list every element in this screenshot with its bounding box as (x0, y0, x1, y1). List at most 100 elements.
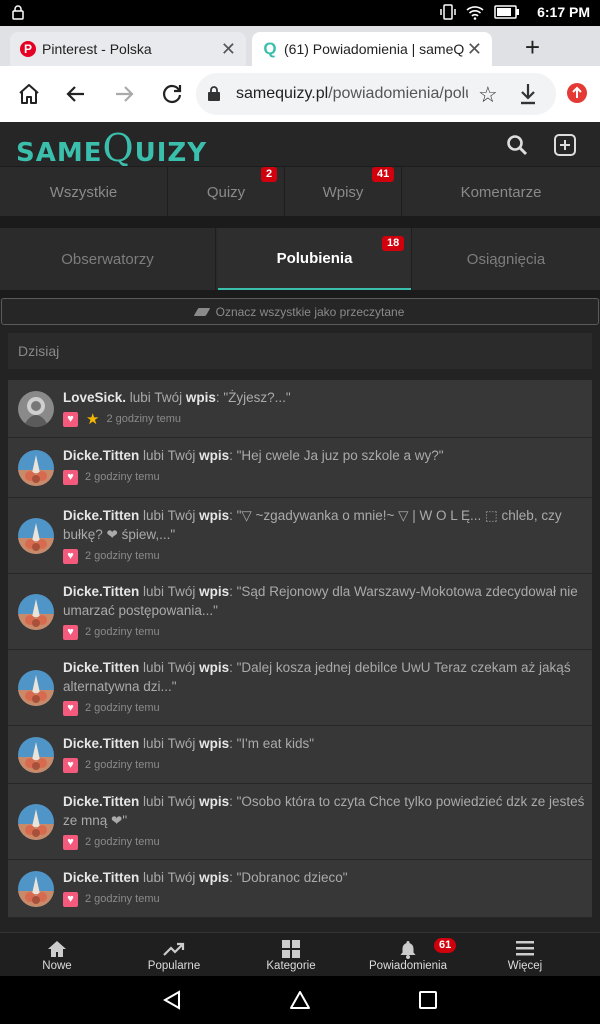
count-badge: 18 (382, 236, 405, 251)
avatar[interactable] (18, 594, 54, 630)
avatar[interactable] (18, 871, 54, 907)
logo-big-letter: Q (102, 126, 135, 170)
user-link[interactable]: Dicke.Titten (63, 660, 139, 675)
tab-polubienia[interactable]: Polubienia 18 (218, 228, 411, 290)
post-excerpt[interactable]: "Dobranoc dzieco" (237, 870, 348, 885)
avatar[interactable] (18, 737, 54, 773)
post-excerpt[interactable]: "Żyjesz?..." (223, 390, 290, 405)
timestamp: 2 godziny temu (106, 413, 182, 425)
tab-wszystkie[interactable]: Wszystkie (0, 167, 168, 217)
new-tab-button[interactable]: + (525, 34, 540, 60)
user-link[interactable]: Dicke.Titten (63, 794, 139, 809)
post-excerpt[interactable]: "Hej cwele Ja juz po szkole a wy?" (237, 448, 444, 463)
browser-tab-pinterest[interactable]: P Pinterest - Polska ✕ (10, 32, 246, 66)
user-link[interactable]: Dicke.Titten (63, 508, 139, 523)
notification-item[interactable]: Dicke.Titten lubi Twój wpis: "Osobo któr… (8, 784, 592, 860)
heart-icon: ♥ (63, 549, 78, 564)
post-excerpt[interactable]: "I'm eat kids" (237, 736, 314, 751)
update-icon[interactable] (567, 83, 587, 103)
avatar[interactable] (18, 670, 54, 706)
notification-item[interactable]: Dicke.Titten lubi Twój wpis: "Dobranoc d… (8, 860, 592, 918)
post-excerpt[interactable]: "Sąd Rejonowy dla Warszawy-Mokotowa zdec… (63, 584, 578, 618)
home-nav-icon[interactable] (289, 990, 311, 1010)
tab-title: Pinterest - Polska (42, 41, 152, 57)
site-header: SAMEQUIZY (0, 122, 600, 170)
forward-icon[interactable] (111, 81, 137, 107)
recents-nav-icon[interactable] (418, 990, 438, 1010)
add-icon[interactable] (553, 133, 577, 157)
nav-popularne[interactable]: Popularne (124, 933, 224, 977)
trending-icon (163, 942, 185, 956)
post-type[interactable]: wpis (199, 584, 229, 599)
download-icon[interactable] (518, 82, 538, 106)
action-text: lubi Twój (129, 390, 183, 405)
notification-text: Dicke.Titten lubi Twój wpis: "I'm eat ki… (63, 736, 315, 751)
user-link[interactable]: Dicke.Titten (63, 870, 139, 885)
post-type[interactable]: wpis (199, 508, 229, 523)
post-type[interactable]: wpis (199, 660, 229, 675)
notification-item[interactable]: Dicke.Titten lubi Twój wpis: "Hej cwele … (8, 438, 592, 498)
search-icon[interactable] (506, 134, 528, 156)
wifi-icon (466, 6, 484, 20)
notification-content: Dicke.Titten lubi Twój wpis: "I'm eat ki… (63, 734, 591, 775)
post-excerpt[interactable]: "Osobo która to czyta Chce tylko powiedz… (63, 794, 584, 828)
tab-osiagniecia[interactable]: Osiągnięcia (411, 228, 600, 290)
mark-all-read-button[interactable]: Oznacz wszystkie jako przeczytane (1, 298, 599, 325)
post-type[interactable]: wpis (199, 794, 229, 809)
notification-item[interactable]: LoveSick. lubi Twój wpis: "Żyjesz?..." ♥ ★… (8, 380, 592, 438)
action-text: lubi Twój (143, 870, 196, 885)
notification-content: Dicke.Titten lubi Twój wpis: "Osobo któr… (63, 792, 591, 852)
divider (0, 290, 600, 298)
avatar[interactable] (18, 450, 54, 486)
avatar[interactable] (18, 518, 54, 554)
reload-icon[interactable] (159, 81, 185, 107)
tab-wpisy[interactable]: Wpisy 41 (285, 167, 402, 217)
nav-kategorie[interactable]: Kategorie (241, 933, 341, 977)
post-type[interactable]: wpis (199, 736, 229, 751)
tab-quizy[interactable]: Quizy 2 (168, 167, 285, 217)
nav-label: Kategorie (266, 960, 316, 972)
notification-item[interactable]: Dicke.Titten lubi Twój wpis: "I'm eat ki… (8, 726, 592, 784)
tab-label: Osiągnięcia (466, 250, 546, 268)
back-icon[interactable] (63, 81, 89, 107)
nav-powiadomienia[interactable]: 61 Powiadomienia (358, 933, 458, 977)
timestamp: 2 godziny temu (85, 550, 160, 562)
action-text: lubi Twój (143, 794, 196, 809)
timestamp: 2 godziny temu (85, 702, 160, 714)
action-text: lubi Twój (143, 508, 196, 523)
tab-label: Quizy (206, 183, 246, 201)
divider (0, 216, 600, 228)
user-link[interactable]: Dicke.Titten (63, 448, 139, 463)
timestamp: 2 godziny temu (85, 759, 160, 771)
bookmark-star-icon[interactable]: ☆ (478, 82, 498, 108)
site-logo[interactable]: SAMEQUIZY (16, 126, 207, 170)
avatar[interactable] (18, 391, 54, 427)
post-excerpt[interactable]: "Dalej kosza jednej debilce UwU Teraz cz… (63, 660, 571, 694)
post-type[interactable]: wpis (186, 390, 216, 405)
browser-tab-samequizy[interactable]: Q (61) Powiadomienia | sameQuizy ✕ (252, 32, 492, 66)
notification-text: Dicke.Titten lubi Twój wpis: "▽ ~zgadywa… (63, 508, 562, 542)
avatar[interactable] (18, 804, 54, 840)
post-type[interactable]: wpis (199, 448, 229, 463)
logo-prefix: SAME (16, 138, 103, 168)
tab-komentarze[interactable]: Komentarze (402, 167, 600, 217)
nav-nowe[interactable]: Nowe (7, 933, 107, 977)
close-icon[interactable]: ✕ (467, 40, 482, 58)
nav-label: Więcej (507, 960, 543, 972)
tab-obserwatorzy[interactable]: Obserwatorzy (0, 228, 216, 290)
action-text: lubi Twój (143, 660, 196, 675)
notification-item[interactable]: Dicke.Titten lubi Twój wpis: "Dalej kosz… (8, 650, 592, 726)
notification-item[interactable]: Dicke.Titten lubi Twój wpis: "Sąd Rejono… (8, 574, 592, 650)
notification-item[interactable]: Dicke.Titten lubi Twój wpis: "▽ ~zgadywa… (8, 498, 592, 574)
close-icon[interactable]: ✕ (221, 40, 236, 58)
notification-content: LoveSick. lubi Twój wpis: "Żyjesz?..." ♥ ★… (63, 388, 591, 429)
user-link[interactable]: Dicke.Titten (63, 736, 139, 751)
user-link[interactable]: LoveSick. (63, 390, 126, 405)
nav-wiecej[interactable]: Więcej (475, 933, 575, 977)
home-icon[interactable] (16, 81, 42, 107)
user-link[interactable]: Dicke.Titten (63, 584, 139, 599)
back-nav-icon[interactable] (162, 990, 182, 1010)
post-type[interactable]: wpis (199, 870, 229, 885)
address-bar[interactable]: samequizy.pl/powiadomienia/polubienia ☆ (196, 73, 556, 115)
home-icon (48, 941, 66, 957)
